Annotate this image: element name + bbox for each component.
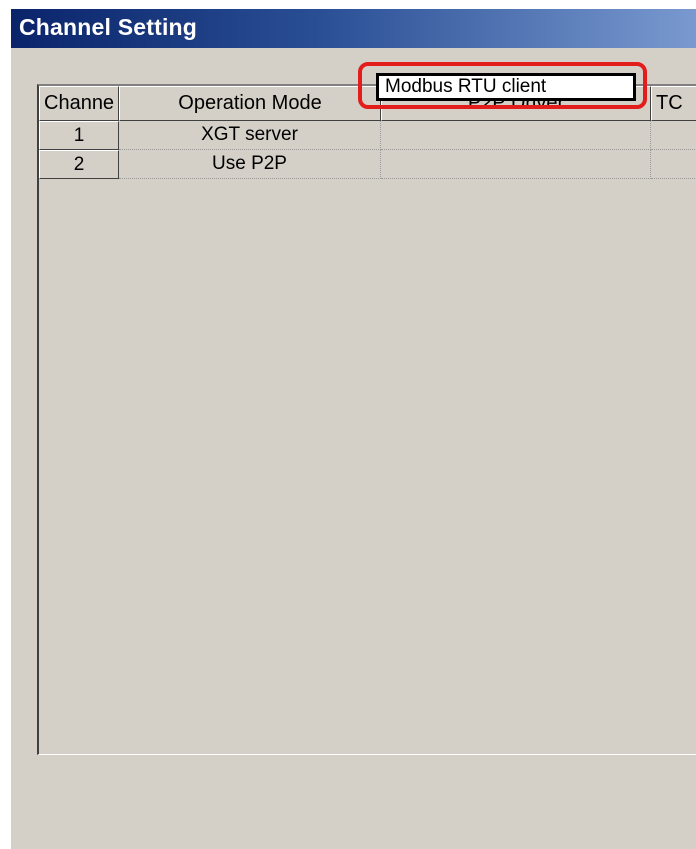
- tc-cell-1[interactable]: [651, 121, 696, 150]
- channel-grid[interactable]: Channe Operation Mode P2P Driver TC 1 XG…: [37, 84, 696, 755]
- highlight-annotation: [358, 62, 647, 109]
- row-header-2[interactable]: 2: [39, 150, 119, 179]
- window-title: Channel Setting: [19, 14, 198, 40]
- operation-mode-cell-2[interactable]: Use P2P: [119, 150, 381, 179]
- p2p-driver-cell-2[interactable]: [381, 150, 651, 179]
- channel-setting-window: Channel Setting Channe Operation Mode P2…: [10, 8, 696, 849]
- p2p-driver-cell-1[interactable]: [381, 121, 651, 150]
- title-bar[interactable]: Channel Setting: [11, 9, 696, 48]
- row-header-1[interactable]: 1: [39, 121, 119, 150]
- tc-cell-2[interactable]: [651, 150, 696, 179]
- operation-mode-cell-1[interactable]: XGT server: [119, 121, 381, 150]
- column-header-operation-mode[interactable]: Operation Mode: [119, 86, 381, 121]
- column-header-tc[interactable]: TC: [651, 86, 696, 121]
- column-header-channel[interactable]: Channe: [39, 86, 119, 121]
